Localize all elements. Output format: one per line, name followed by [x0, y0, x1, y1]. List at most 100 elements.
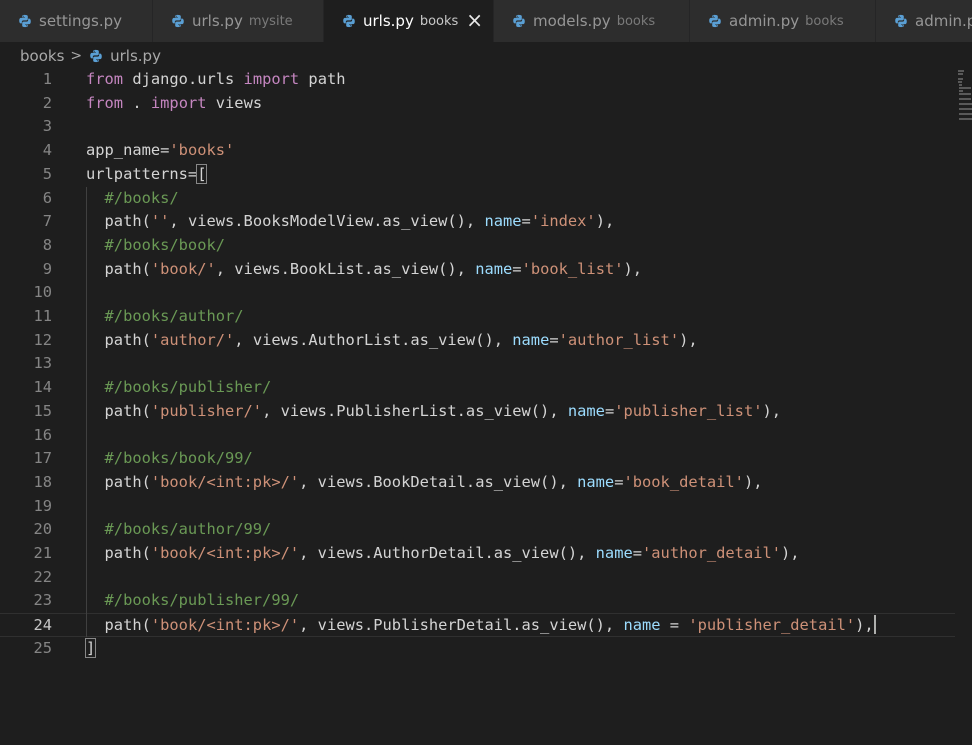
line-number: 22: [33, 567, 52, 586]
code-line[interactable]: 2 from . import views: [0, 92, 955, 116]
code-line[interactable]: 5 urlpatterns=[: [0, 163, 955, 187]
breadcrumb-file[interactable]: urls.py: [110, 47, 161, 65]
line-number: 5: [42, 164, 52, 183]
line-number: 19: [33, 496, 52, 515]
code-line[interactable]: 25]: [0, 637, 955, 661]
line-number: 13: [33, 354, 52, 373]
line-number: 16: [33, 425, 52, 444]
line-number: 25: [33, 638, 52, 657]
python-icon: [895, 14, 907, 28]
vscode-editor-window: settings.py urls.py mysite urls.py books × mod…: [0, 0, 972, 745]
code-text: #/books/book/99/: [86, 449, 253, 468]
code-text: #/books/author/: [86, 307, 244, 325]
code-text: path('book/', views.BookList.as_view(), …: [86, 259, 643, 278]
line-number: 8: [42, 235, 52, 254]
code-line[interactable]: 12 path('author/', views.AuthorList.as_v…: [0, 329, 955, 353]
code-text: #/books/publisher/99/: [86, 591, 300, 610]
minimap-line: [959, 98, 971, 100]
code-text: #/books/: [86, 188, 179, 207]
tab-folder-description: mysite: [248, 13, 293, 29]
code-line[interactable]: 8 #/books/book/: [0, 234, 955, 258]
minimap-line: [958, 78, 963, 80]
line-number: 4: [42, 141, 52, 160]
code-line[interactable]: 23 #/books/publisher/99/: [0, 589, 955, 613]
code-line[interactable]: 24 path('book/<int:pk>/', views.Publishe…: [0, 613, 955, 637]
editor-tab[interactable]: models.py books: [494, 0, 690, 42]
line-number: 1: [42, 70, 52, 88]
line-number: 15: [33, 401, 52, 420]
line-number: 20: [33, 520, 52, 539]
close-icon[interactable]: ×: [466, 8, 483, 32]
tab-folder-description: books: [805, 13, 844, 29]
code-line[interactable]: 19: [0, 495, 955, 519]
tab-filename: urls.py: [192, 12, 243, 30]
minimap-line: [959, 118, 972, 120]
line-number: 24: [33, 616, 52, 635]
code-line[interactable]: 20 #/books/author/99/: [0, 518, 955, 542]
code-text: path('author/', views.AuthorList.as_view…: [86, 330, 698, 349]
line-number: 18: [33, 472, 52, 491]
code-text: from django.urls import path: [86, 70, 346, 88]
minimap[interactable]: [958, 68, 972, 128]
editor-tab[interactable]: admin.py books: [690, 0, 876, 42]
minimap-line: [959, 108, 972, 110]
minimap-line: [959, 93, 971, 95]
editor-tab[interactable]: urls.py mysite: [153, 0, 324, 42]
editor-tab[interactable]: settings.py: [0, 0, 153, 42]
code-line[interactable]: 15 path('publisher/', views.PublisherLis…: [0, 400, 955, 424]
line-number: 6: [42, 188, 52, 207]
code-line[interactable]: 22: [0, 566, 955, 590]
code-line[interactable]: 6 #/books/: [0, 187, 955, 211]
code-line[interactable]: 1 from django.urls import path: [0, 68, 955, 92]
python-icon: [513, 14, 525, 28]
tab-filename: models.py: [533, 12, 611, 30]
line-number: 9: [42, 259, 52, 278]
minimap-line: [959, 90, 963, 92]
code-text: urlpatterns=[: [86, 163, 208, 184]
code-line[interactable]: 7 path('', views.BooksModelView.as_view(…: [0, 210, 955, 234]
python-icon: [19, 14, 31, 28]
breadcrumb-separator: >: [70, 48, 83, 64]
text-cursor: [873, 615, 876, 635]
minimap-line: [958, 81, 962, 83]
code-line[interactable]: 10: [0, 281, 955, 305]
code-editor[interactable]: 1 from django.urls import path 2 from . imp…: [0, 68, 972, 745]
line-number: 21: [33, 544, 52, 562]
code-text: path('publisher/', views.PublisherList.a…: [86, 401, 782, 420]
code-text: path('book/<int:pk>/', views.AuthorDetai…: [86, 544, 800, 562]
code-line[interactable]: 13: [0, 352, 955, 376]
code-line[interactable]: 3: [0, 115, 955, 139]
line-number: 12: [33, 330, 52, 349]
line-number: 7: [42, 212, 52, 231]
line-number: 3: [42, 117, 52, 136]
breadcrumb: books > urls.py: [20, 44, 161, 68]
editor-tab[interactable]: urls.py books ×: [324, 0, 494, 42]
indent-guide: [86, 186, 87, 637]
code-line[interactable]: 14 #/books/publisher/: [0, 376, 955, 400]
code-line[interactable]: 21 path('book/<int:pk>/', views.AuthorDe…: [0, 542, 955, 566]
line-number: 10: [33, 283, 52, 302]
code-line[interactable]: 17 #/books/book/99/: [0, 447, 955, 471]
minimap-line: [959, 84, 962, 86]
tab-filename: admin.py: [729, 12, 800, 30]
minimap-line: [959, 113, 972, 115]
code-line[interactable]: 4 app_name='books': [0, 139, 955, 163]
code-line[interactable]: 16: [0, 424, 955, 448]
breadcrumb-folder[interactable]: books: [20, 47, 64, 65]
editor-tab-bar: settings.py urls.py mysite urls.py books × mod…: [0, 0, 972, 42]
code-line[interactable]: 9 path('book/', views.BookList.as_view()…: [0, 258, 955, 282]
tab-folder-description: books: [616, 13, 656, 29]
code-line[interactable]: 11 #/books/author/: [0, 305, 955, 329]
code-text: ]: [84, 637, 97, 658]
tab-folder-description: books: [419, 13, 459, 29]
editor-tab[interactable]: admin.p: [876, 0, 972, 42]
code-text: #/books/book/: [86, 235, 225, 254]
code-text: #/books/author/99/: [86, 520, 272, 539]
line-number: 17: [33, 449, 52, 468]
code-text: path('book/<int:pk>/', views.BookDetail.…: [86, 472, 763, 491]
code-text: #/books/publisher/: [86, 378, 272, 397]
line-number: 23: [33, 591, 52, 610]
code-line[interactable]: 18 path('book/<int:pk>/', views.BookDeta…: [0, 471, 955, 495]
minimap-line: [959, 103, 972, 105]
python-icon: [90, 49, 102, 63]
